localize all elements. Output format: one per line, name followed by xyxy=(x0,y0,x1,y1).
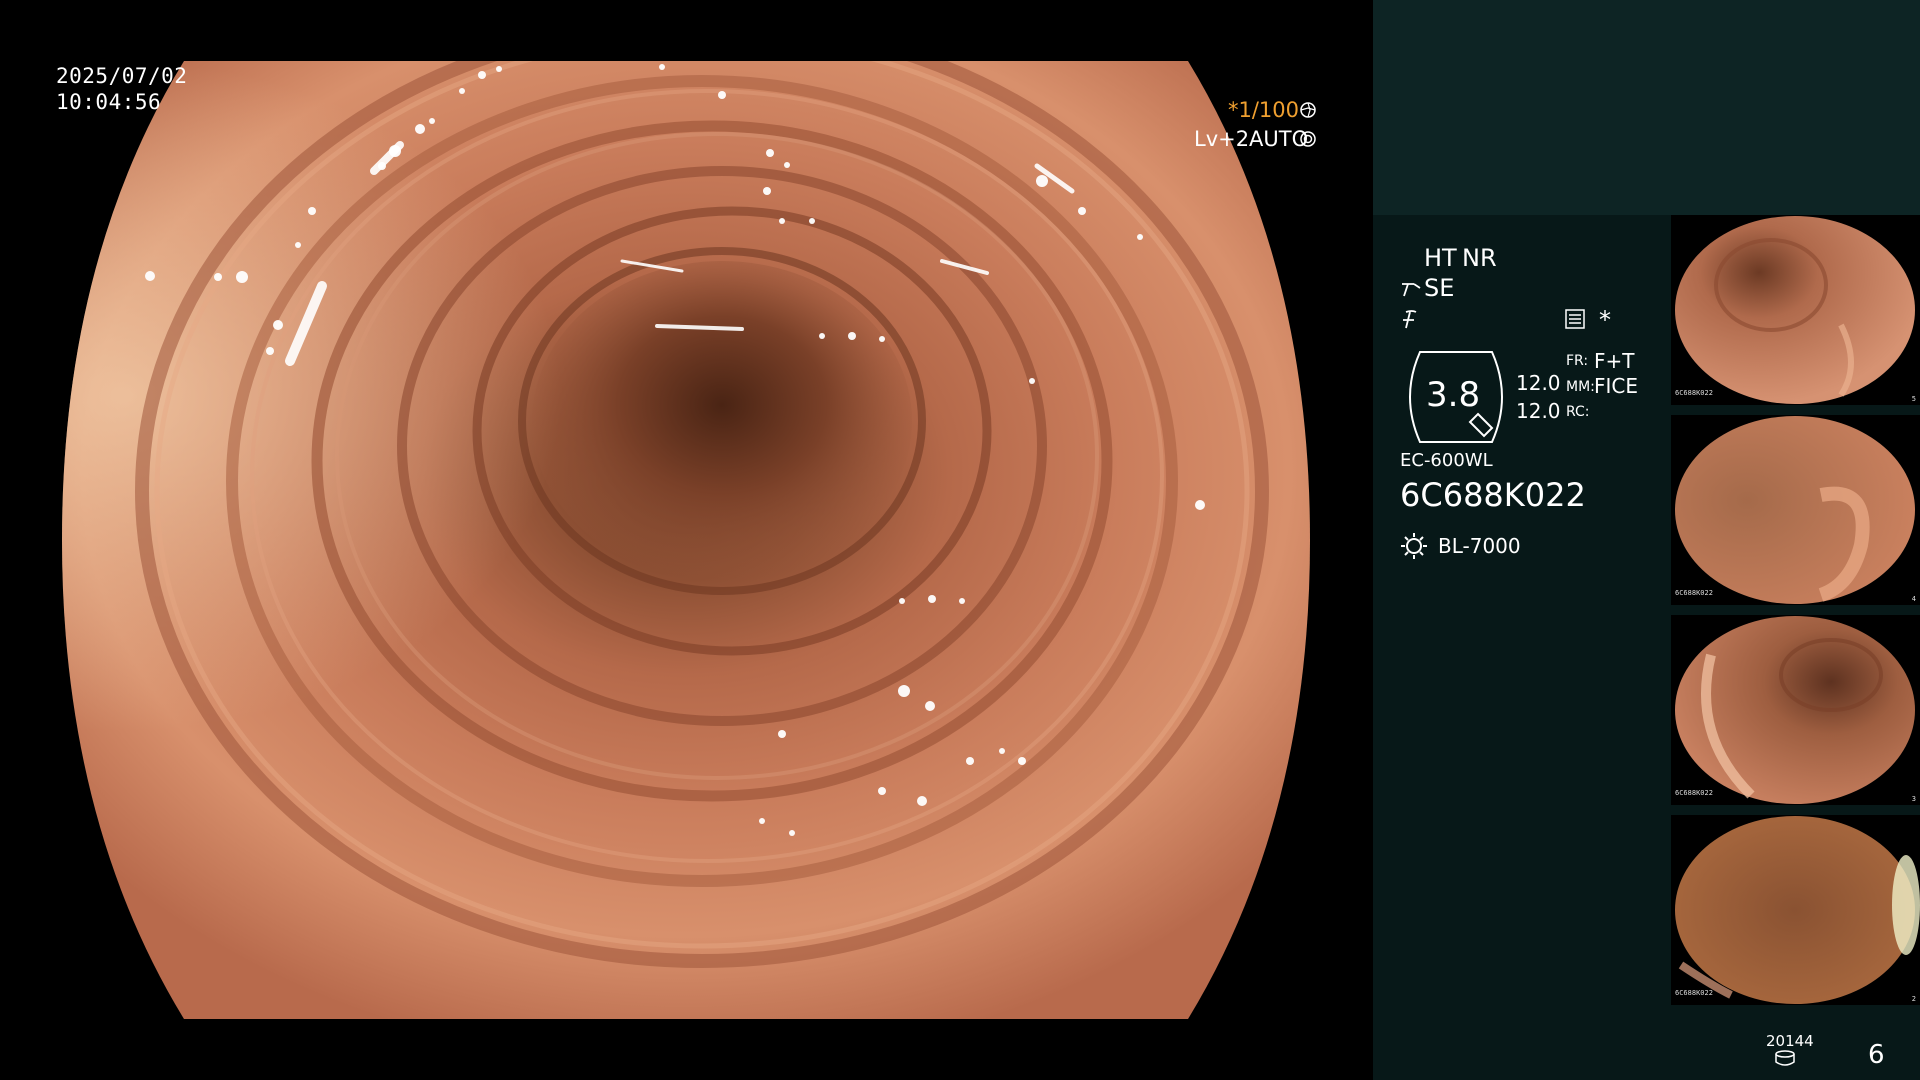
shutter-speed: *1/100 xyxy=(1228,98,1300,122)
iris-icon xyxy=(1300,131,1316,147)
thumbnail-number: 4 xyxy=(1911,595,1916,603)
value-1: 12.0 xyxy=(1516,371,1561,395)
capture-count: 20144 xyxy=(1766,1032,1814,1050)
capture-thumbnail[interactable]: 6C688K022 4 xyxy=(1671,415,1920,605)
settings-grid-icon xyxy=(1564,308,1586,330)
mm-value: FICE xyxy=(1594,374,1639,398)
thumbnail-number: 3 xyxy=(1911,795,1916,803)
fr-value: F+T xyxy=(1594,349,1635,373)
color-mode-icon xyxy=(1400,308,1422,330)
structure-enhance-icon xyxy=(1400,278,1422,300)
mm-label: MM: xyxy=(1566,379,1595,395)
capture-thumbnail[interactable]: 6C688K022 5 xyxy=(1671,215,1920,405)
zoom-value: 3.8 xyxy=(1426,375,1481,415)
light-source: BL-7000 xyxy=(1438,534,1521,558)
fr-label: FR: xyxy=(1566,353,1589,369)
ht-indicator: HT xyxy=(1424,244,1457,272)
aperture-icon xyxy=(1300,102,1316,118)
exam-time: 10:04:56 xyxy=(56,90,162,114)
image-count: 6 xyxy=(1868,1040,1885,1070)
nr-indicator: NR xyxy=(1462,244,1497,272)
scope-model: EC-600WL xyxy=(1400,450,1493,471)
thumbnail-label: 6C688K022 xyxy=(1675,389,1713,397)
storage-icon xyxy=(1774,1050,1796,1066)
capture-thumbnail[interactable]: 6C688K022 3 xyxy=(1671,615,1920,805)
scope-serial: 6C688K022 xyxy=(1400,476,1586,514)
endoscopy-view xyxy=(62,61,1310,1019)
value-2: 12.0 xyxy=(1516,399,1561,423)
thumbnail-label: 6C688K022 xyxy=(1675,589,1713,597)
brightness-level: Lv+2 xyxy=(1194,127,1250,151)
info-panel-header xyxy=(1373,0,1920,215)
capture-thumbnail[interactable]: 6C688K022 2 xyxy=(1671,815,1920,1005)
thumbnail-label: 6C688K022 xyxy=(1675,789,1713,797)
light-source-icon xyxy=(1400,532,1428,560)
rc-label: RC: xyxy=(1566,404,1590,420)
se-indicator: SE xyxy=(1424,274,1455,302)
exam-date: 2025/07/02 xyxy=(56,64,188,88)
star-indicator: * xyxy=(1599,306,1611,334)
thumbnail-number: 2 xyxy=(1911,995,1916,1003)
thumbnail-label: 6C688K022 xyxy=(1675,989,1713,997)
thumbnail-number: 5 xyxy=(1911,395,1916,403)
